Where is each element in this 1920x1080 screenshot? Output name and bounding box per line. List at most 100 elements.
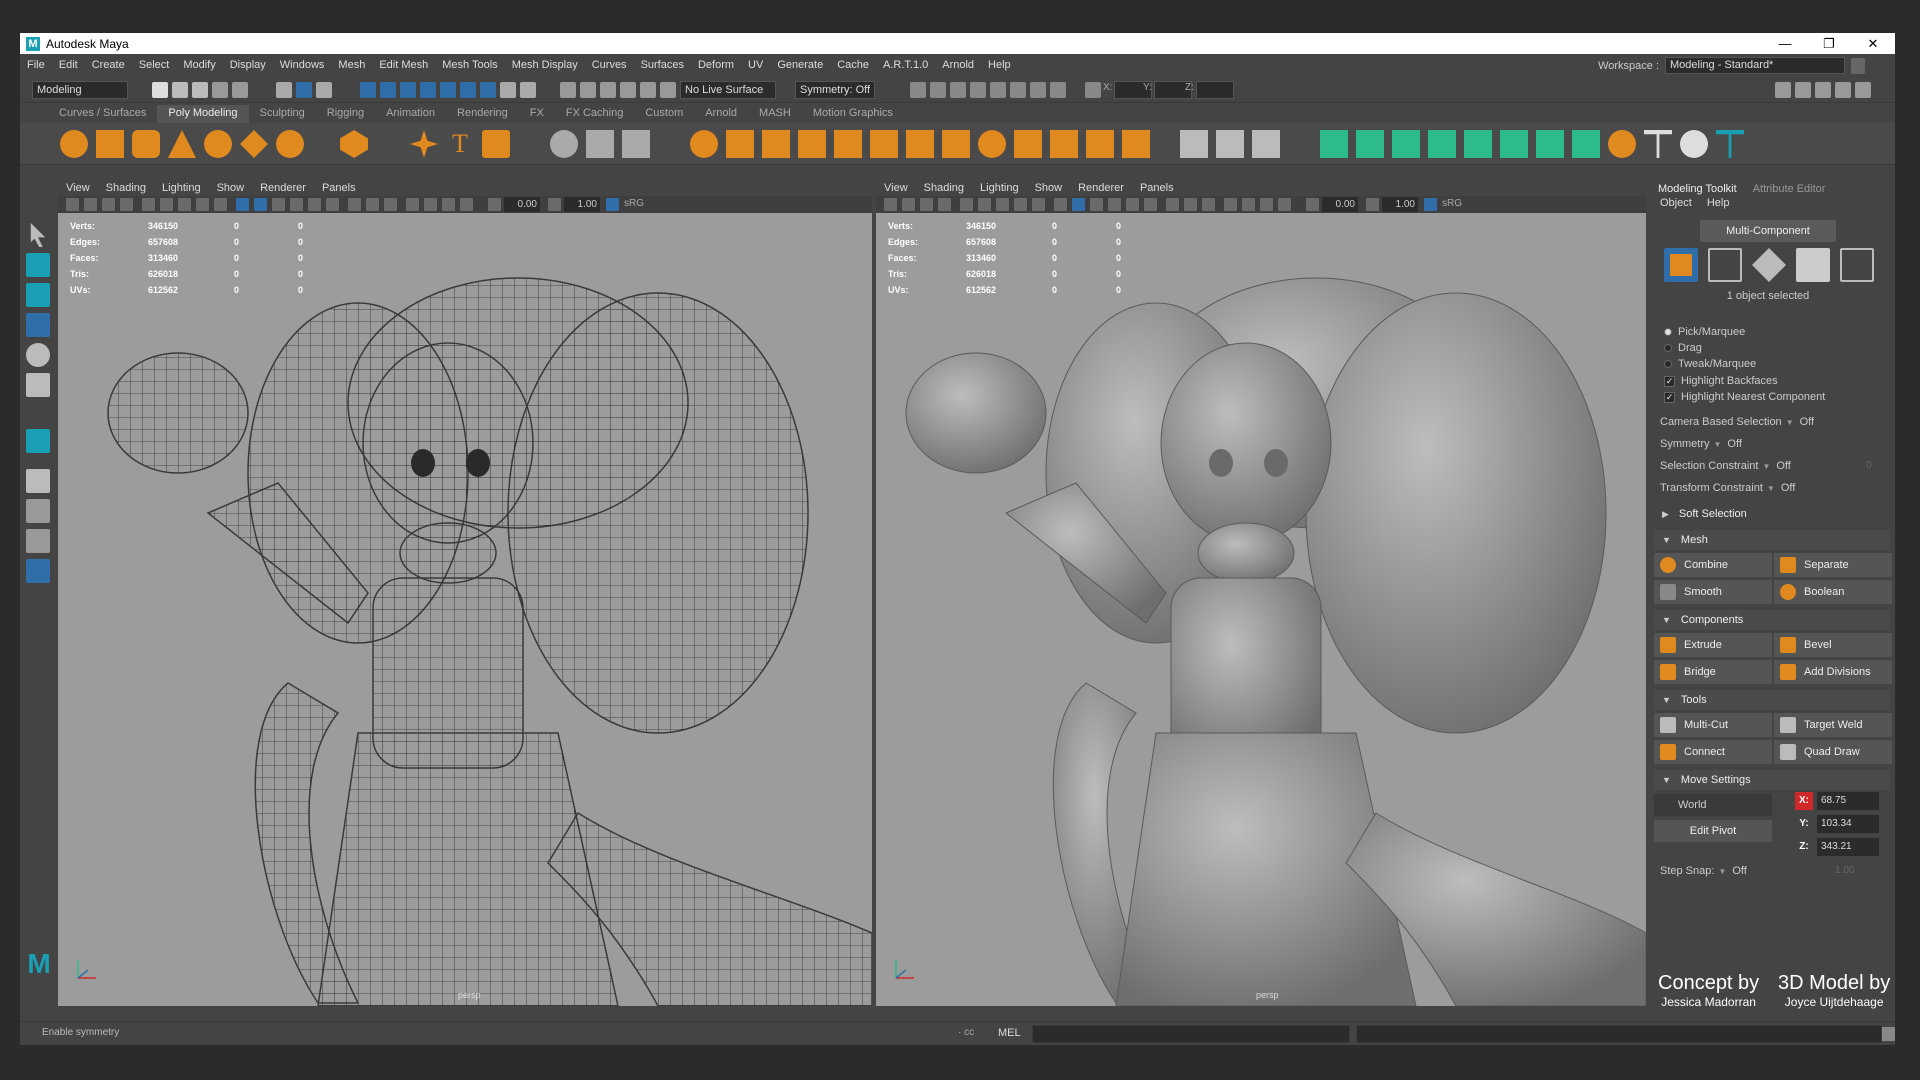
z-value[interactable]: 343.21 — [1817, 838, 1879, 856]
poly-torus-icon[interactable] — [204, 130, 232, 158]
menu-edit-mesh[interactable]: Edit Mesh — [372, 59, 435, 71]
shelf-tab-custom[interactable]: Custom — [634, 105, 694, 123]
vp-menu-view[interactable]: View — [58, 182, 98, 194]
uv-cylindrical-icon[interactable] — [1356, 130, 1384, 158]
render-view-icon[interactable] — [640, 82, 656, 98]
outliner-icon[interactable] — [1775, 82, 1791, 98]
outliner-layout-icon[interactable] — [26, 559, 50, 583]
grid-icon[interactable] — [142, 198, 155, 211]
magnet-icon[interactable] — [660, 82, 676, 98]
sculpt-icon[interactable] — [550, 130, 578, 158]
select-hierarchy-icon[interactable] — [276, 82, 292, 98]
camera-icon[interactable] — [66, 198, 79, 211]
workspace-dropdown[interactable]: Modeling - Standard* — [1665, 57, 1845, 74]
shelf-tab-fx[interactable]: FX — [519, 105, 555, 123]
menu-set-dropdown[interactable]: Modeling — [32, 81, 128, 99]
viewport-shaded[interactable]: View Shading Lighting Show Renderer Pane… — [876, 180, 1646, 1006]
highlight-backfaces-checkbox[interactable]: ✓ Highlight Backfaces — [1664, 375, 1778, 387]
select-tool-icon[interactable] — [30, 223, 46, 247]
separate-shelf-icon[interactable] — [726, 130, 754, 158]
uv-spherical-icon[interactable] — [1392, 130, 1420, 158]
shelf-tab-sculpting[interactable]: Sculpting — [249, 105, 316, 123]
motion-blur-icon[interactable] — [366, 198, 379, 211]
vp-menu-shading[interactable]: Shading — [98, 182, 154, 194]
open-scene-icon[interactable] — [172, 82, 188, 98]
vp-menu-lighting[interactable]: Lighting — [972, 182, 1027, 194]
vp-menu-show[interactable]: Show — [209, 182, 253, 194]
isolate-select-icon[interactable] — [1224, 198, 1237, 211]
color-management-icon[interactable] — [1424, 198, 1437, 211]
mel-label[interactable]: MEL — [998, 1027, 1021, 1039]
tools-section[interactable]: ▼ Tools — [1654, 690, 1890, 710]
wireframe-icon[interactable] — [236, 198, 249, 211]
menu-select[interactable]: Select — [132, 59, 177, 71]
mesh-section[interactable]: ▼ Mesh — [1654, 530, 1890, 550]
drag-option[interactable]: Drag — [1664, 342, 1702, 354]
field-chart-icon[interactable] — [214, 198, 227, 211]
selection-constraint-dropdown[interactable]: Selection Constraint ▼ Off — [1660, 460, 1791, 472]
tab-attribute-editor[interactable]: Attribute Editor — [1745, 180, 1834, 198]
transform-constraint-dropdown[interactable]: Transform Constraint ▼ Off — [1660, 482, 1795, 494]
shelf-tab-rendering[interactable]: Rendering — [446, 105, 519, 123]
soft-select-icon[interactable] — [586, 130, 614, 158]
menu-uv[interactable]: UV — [741, 59, 770, 71]
submenu-object[interactable]: Object — [1660, 197, 1692, 209]
redo-icon[interactable] — [232, 82, 248, 98]
menu-deform[interactable]: Deform — [691, 59, 741, 71]
menu-generate[interactable]: Generate — [770, 59, 830, 71]
multi-cut-shelf-icon[interactable] — [1086, 130, 1114, 158]
render-icon[interactable] — [560, 82, 576, 98]
shelf-tab-animation[interactable]: Animation — [375, 105, 446, 123]
menu-display[interactable]: Display — [223, 59, 273, 71]
grid-icon[interactable] — [960, 198, 973, 211]
move-settings-section[interactable]: ▼ Move Settings — [1654, 770, 1890, 790]
quad-draw-button[interactable]: Quad Draw — [1774, 740, 1892, 764]
menu-windows[interactable]: Windows — [273, 59, 332, 71]
xray-icon[interactable] — [1242, 198, 1255, 211]
vp-menu-shading[interactable]: Shading — [916, 182, 972, 194]
y-coordinate-field[interactable]: Y: 103.34 — [1795, 815, 1879, 833]
insert-loop-icon[interactable] — [1216, 130, 1244, 158]
symmetry-toolkit-dropdown[interactable]: Symmetry ▼ Off — [1660, 438, 1742, 450]
bevel-button[interactable]: Bevel — [1774, 633, 1892, 657]
shadows-icon[interactable] — [326, 198, 339, 211]
make-live-icon[interactable] — [480, 82, 496, 98]
boolean-shelf-icon[interactable] — [978, 130, 1006, 158]
exposure-field[interactable]: 0.00 — [1322, 197, 1358, 212]
camera-based-selection-dropdown[interactable]: Camera Based Selection ▼ Off — [1660, 416, 1814, 428]
pause-icon[interactable] — [1050, 82, 1066, 98]
colorspace-label[interactable]: sRG — [624, 198, 644, 209]
vp-menu-renderer[interactable]: Renderer — [252, 182, 314, 194]
uv-cut-icon[interactable] — [1572, 130, 1600, 158]
connect-button[interactable]: Connect — [1654, 740, 1772, 764]
combine-shelf-icon[interactable] — [690, 130, 718, 158]
gamma-icon[interactable] — [548, 198, 561, 211]
scale-tool-icon[interactable] — [26, 373, 50, 397]
poly-plane-icon[interactable] — [240, 130, 268, 158]
step-snap-dropdown[interactable]: Step Snap: ▼ Off — [1660, 865, 1747, 877]
new-scene-icon[interactable] — [152, 82, 168, 98]
gamma-field[interactable]: 1.00 — [564, 197, 600, 212]
mirror-icon[interactable] — [870, 130, 898, 158]
snap-view-plane-icon[interactable] — [440, 82, 456, 98]
hypershade-icon[interactable] — [620, 82, 636, 98]
extrude-shelf-icon[interactable] — [1014, 130, 1042, 158]
wrap-icon[interactable] — [622, 130, 650, 158]
snap-point-icon[interactable] — [400, 82, 416, 98]
smooth-button[interactable]: Smooth — [1654, 580, 1772, 604]
uv-camera-icon[interactable] — [1464, 130, 1492, 158]
menu-modify[interactable]: Modify — [176, 59, 222, 71]
highlight-nearest-checkbox[interactable]: ✓ Highlight Nearest Component — [1664, 391, 1825, 403]
xray-active-icon[interactable] — [460, 198, 473, 211]
snapshot-icon[interactable] — [1010, 82, 1026, 98]
pick-marquee-option[interactable]: Pick/Marquee — [1664, 326, 1745, 338]
snap-curve-icon[interactable] — [380, 82, 396, 98]
image-plane-icon[interactable] — [938, 198, 951, 211]
components-section[interactable]: ▼ Components — [1654, 610, 1890, 630]
gate-mask-icon[interactable] — [1014, 198, 1027, 211]
tool-settings-icon[interactable] — [1835, 82, 1851, 98]
rig-tool-icon[interactable] — [1716, 130, 1744, 158]
render-settings-icon[interactable] — [600, 82, 616, 98]
menu-file[interactable]: File — [20, 59, 52, 71]
extract-icon[interactable] — [762, 130, 790, 158]
